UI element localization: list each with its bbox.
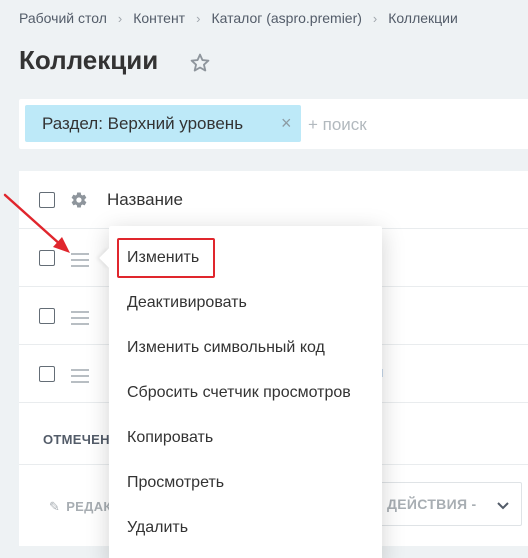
close-icon[interactable]: ×: [281, 113, 292, 134]
menu-item-view[interactable]: Просмотреть: [127, 474, 224, 492]
actions-label: ДЕЙСТВИЯ -: [387, 496, 477, 512]
breadcrumb-item-content[interactable]: Контент: [133, 10, 185, 26]
breadcrumb: Рабочий стол › Контент › Каталог (aspro.…: [19, 10, 458, 26]
breadcrumb-separator: ›: [372, 10, 378, 26]
menu-item-edit[interactable]: Изменить: [127, 249, 199, 267]
page-title: Коллекции: [19, 45, 159, 75]
column-header-name[interactable]: Название: [107, 190, 183, 210]
star-icon[interactable]: [189, 52, 211, 74]
arrow-annotation: [3, 193, 70, 253]
menu-item-change-code[interactable]: Изменить символьный код: [127, 339, 325, 357]
actions-select[interactable]: ДЕЙСТВИЯ -: [362, 482, 522, 526]
breadcrumb-separator: ›: [196, 10, 201, 26]
row-checkbox[interactable]: [39, 308, 55, 324]
context-menu: Изменить Деактивировать Изменить символь…: [99, 226, 382, 558]
menu-icon[interactable]: [71, 311, 89, 325]
breadcrumb-separator: ›: [117, 10, 123, 26]
breadcrumb-item-desktop[interactable]: Рабочий стол: [19, 10, 107, 26]
chevron-down-icon: [497, 502, 509, 510]
menu-item-copy[interactable]: Копировать: [127, 429, 213, 447]
filter-bar: Раздел: Верхний уровень × + поиск: [19, 99, 528, 149]
row-checkbox[interactable]: [39, 366, 55, 382]
filter-chip[interactable]: Раздел: Верхний уровень ×: [25, 105, 301, 142]
filter-chip-label: Раздел: Верхний уровень: [42, 114, 244, 133]
search-input[interactable]: + поиск: [308, 115, 367, 135]
pencil-icon: ✎: [49, 499, 61, 514]
breadcrumb-item-catalog[interactable]: Каталог (aspro.premier): [211, 10, 361, 26]
grid-header: Название: [19, 171, 528, 229]
breadcrumb-item-collections[interactable]: Коллекции: [388, 10, 458, 26]
menu-item-delete[interactable]: Удалить: [127, 519, 188, 537]
menu-item-reset-counter[interactable]: Сбросить счетчик просмотров: [127, 384, 351, 402]
menu-item-deactivate[interactable]: Деактивировать: [127, 294, 247, 312]
menu-icon[interactable]: [71, 369, 89, 383]
